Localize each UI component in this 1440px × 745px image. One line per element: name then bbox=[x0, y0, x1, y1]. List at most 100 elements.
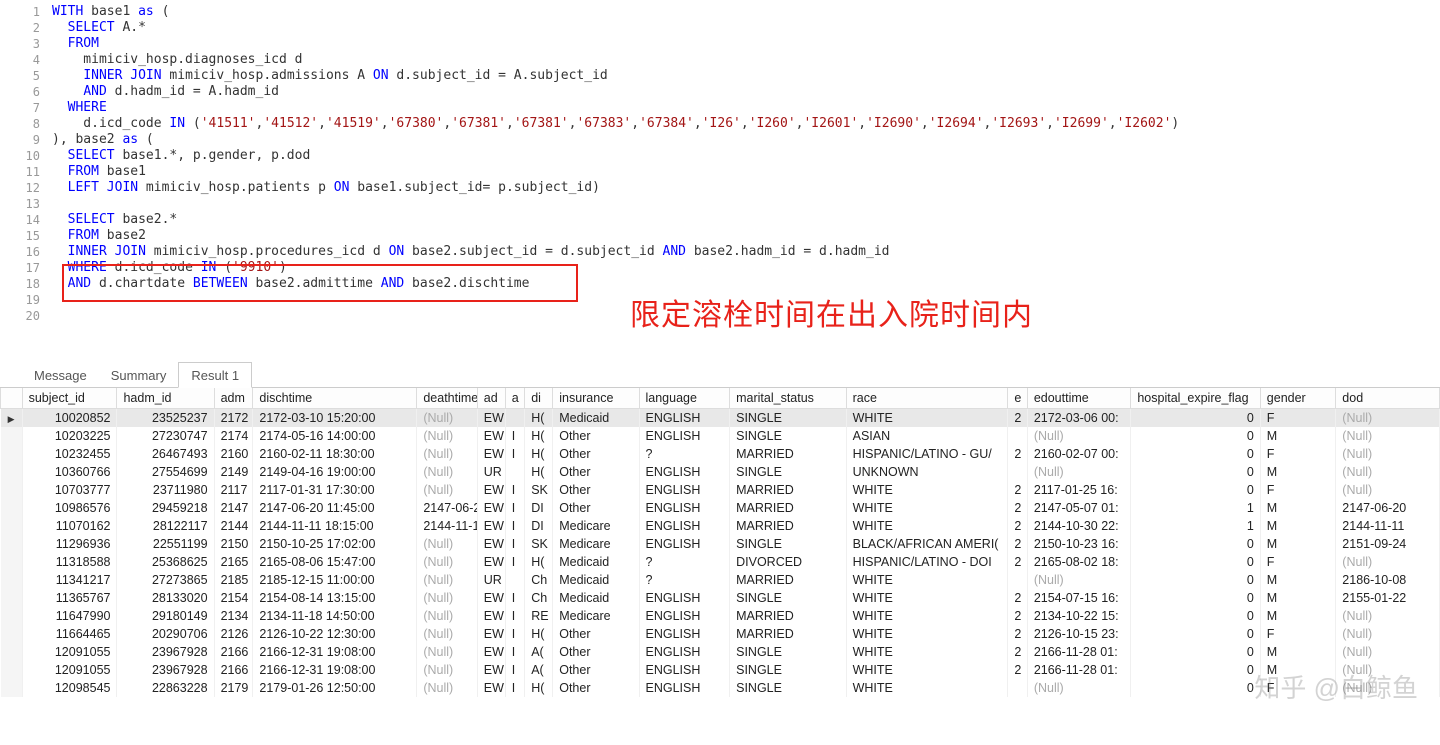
cell[interactable]: 23525237 bbox=[117, 409, 214, 428]
cell[interactable]: (Null) bbox=[1336, 409, 1440, 428]
column-header[interactable]: dischtime bbox=[253, 388, 417, 409]
cell[interactable]: 2174-05-16 14:00:00 bbox=[253, 427, 417, 445]
cell[interactable]: 27273865 bbox=[117, 571, 214, 589]
cell[interactable]: MARRIED bbox=[730, 481, 847, 499]
code-line[interactable]: FROM base2 bbox=[52, 228, 146, 244]
cell[interactable]: I bbox=[505, 643, 524, 661]
cell[interactable]: M bbox=[1260, 499, 1336, 517]
cell[interactable]: Medicaid bbox=[553, 589, 639, 607]
cell[interactable]: MARRIED bbox=[730, 607, 847, 625]
cell[interactable]: I bbox=[505, 589, 524, 607]
cell[interactable]: ENGLISH bbox=[639, 499, 730, 517]
cell[interactable] bbox=[1008, 427, 1027, 445]
tab-summary[interactable]: Summary bbox=[99, 363, 179, 387]
column-header[interactable]: di bbox=[525, 388, 553, 409]
cell[interactable]: WHITE bbox=[846, 571, 1008, 589]
code-line[interactable]: SELECT base2.* bbox=[52, 212, 177, 228]
cell[interactable]: M bbox=[1260, 463, 1336, 481]
table-row[interactable]: 100208522352523721722172-03-10 15:20:00(… bbox=[1, 409, 1440, 428]
column-header[interactable]: adm bbox=[214, 388, 253, 409]
cell[interactable]: ENGLISH bbox=[639, 427, 730, 445]
cell[interactable]: 2150-10-25 17:02:00 bbox=[253, 535, 417, 553]
cell[interactable]: (Null) bbox=[1336, 643, 1440, 661]
cell[interactable]: EW bbox=[477, 499, 505, 517]
cell[interactable]: 28122117 bbox=[117, 517, 214, 535]
cell[interactable]: ENGLISH bbox=[639, 643, 730, 661]
cell[interactable]: 27230747 bbox=[117, 427, 214, 445]
cell[interactable]: 23967928 bbox=[117, 661, 214, 679]
table-row[interactable]: 120910552396792821662166-12-31 19:08:00(… bbox=[1, 643, 1440, 661]
code-line[interactable]: AND d.hadm_id = A.hadm_id bbox=[52, 84, 279, 100]
cell[interactable]: 2117-01-31 17:30:00 bbox=[253, 481, 417, 499]
cell[interactable]: 22551199 bbox=[117, 535, 214, 553]
cell[interactable]: (Null) bbox=[417, 463, 477, 481]
table-row[interactable]: 103607662755469921492149-04-16 19:00:00(… bbox=[1, 463, 1440, 481]
cell[interactable]: H( bbox=[525, 463, 553, 481]
cell[interactable]: (Null) bbox=[1027, 679, 1131, 697]
cell[interactable]: Medicare bbox=[553, 517, 639, 535]
tab-message[interactable]: Message bbox=[22, 363, 99, 387]
code-line[interactable]: FROM base1 bbox=[52, 164, 146, 180]
cell[interactable]: 2 bbox=[1008, 481, 1027, 499]
cell[interactable]: A( bbox=[525, 643, 553, 661]
cell[interactable]: (Null) bbox=[1336, 625, 1440, 643]
cell[interactable]: SINGLE bbox=[730, 535, 847, 553]
cell[interactable]: M bbox=[1260, 571, 1336, 589]
row-header[interactable] bbox=[1, 571, 23, 589]
row-header[interactable] bbox=[1, 535, 23, 553]
cell[interactable] bbox=[1008, 571, 1027, 589]
cell[interactable]: 0 bbox=[1131, 445, 1260, 463]
cell[interactable]: 2172-03-10 15:20:00 bbox=[253, 409, 417, 428]
code-line[interactable]: INNER JOIN mimiciv_hosp.procedures_icd d… bbox=[52, 244, 890, 260]
cell[interactable]: (Null) bbox=[417, 643, 477, 661]
cell[interactable]: 2149-04-16 19:00:00 bbox=[253, 463, 417, 481]
cell[interactable]: BLACK/AFRICAN AMERI( bbox=[846, 535, 1008, 553]
cell[interactable]: 1 bbox=[1131, 517, 1260, 535]
cell[interactable]: 11296936 bbox=[22, 535, 117, 553]
cell[interactable]: H( bbox=[525, 409, 553, 428]
cell[interactable]: 2155-01-22 bbox=[1336, 589, 1440, 607]
cell[interactable]: Medicaid bbox=[553, 571, 639, 589]
cell[interactable]: (Null) bbox=[1336, 427, 1440, 445]
cell[interactable]: 2151-09-24 bbox=[1336, 535, 1440, 553]
cell[interactable]: Ch bbox=[525, 571, 553, 589]
cell[interactable]: 2172-03-06 00: bbox=[1027, 409, 1131, 428]
table-row[interactable]: 107037772371198021172117-01-31 17:30:00(… bbox=[1, 481, 1440, 499]
cell[interactable]: (Null) bbox=[417, 445, 477, 463]
cell[interactable]: F bbox=[1260, 409, 1336, 428]
cell[interactable]: 0 bbox=[1131, 535, 1260, 553]
cell[interactable]: EW bbox=[477, 409, 505, 428]
cell[interactable]: 2150 bbox=[214, 535, 253, 553]
cell[interactable]: UR bbox=[477, 463, 505, 481]
cell[interactable]: ENGLISH bbox=[639, 589, 730, 607]
cell[interactable]: Medicare bbox=[553, 607, 639, 625]
cell[interactable]: 2150-10-23 16: bbox=[1027, 535, 1131, 553]
cell[interactable]: Other bbox=[553, 427, 639, 445]
cell[interactable]: 2166-12-31 19:08:00 bbox=[253, 661, 417, 679]
cell[interactable]: EW bbox=[477, 427, 505, 445]
cell[interactable]: 12091055 bbox=[22, 661, 117, 679]
table-row[interactable]: 113185882536862521652165-08-06 15:47:00(… bbox=[1, 553, 1440, 571]
cell[interactable]: M bbox=[1260, 661, 1336, 679]
cell[interactable]: 0 bbox=[1131, 589, 1260, 607]
cell[interactable]: 23967928 bbox=[117, 643, 214, 661]
cell[interactable]: (Null) bbox=[417, 625, 477, 643]
cell[interactable]: 0 bbox=[1131, 625, 1260, 643]
cell[interactable]: F bbox=[1260, 445, 1336, 463]
cell[interactable]: H( bbox=[525, 427, 553, 445]
table-row[interactable]: 102324552646749321602160-02-11 18:30:00(… bbox=[1, 445, 1440, 463]
cell[interactable]: (Null) bbox=[1336, 445, 1440, 463]
cell[interactable]: 0 bbox=[1131, 679, 1260, 697]
column-header[interactable]: deathtime bbox=[417, 388, 477, 409]
cell[interactable]: ? bbox=[639, 445, 730, 463]
cell[interactable]: (Null) bbox=[417, 679, 477, 697]
table-row[interactable]: 113412172727386521852185-12-15 11:00:00(… bbox=[1, 571, 1440, 589]
cell[interactable]: I bbox=[505, 427, 524, 445]
cell[interactable]: 2165-08-06 15:47:00 bbox=[253, 553, 417, 571]
row-header[interactable] bbox=[1, 517, 23, 535]
cell[interactable]: 2172 bbox=[214, 409, 253, 428]
cell[interactable]: (Null) bbox=[417, 589, 477, 607]
cell[interactable]: (Null) bbox=[417, 481, 477, 499]
cell[interactable]: SINGLE bbox=[730, 679, 847, 697]
cell[interactable]: WHITE bbox=[846, 517, 1008, 535]
